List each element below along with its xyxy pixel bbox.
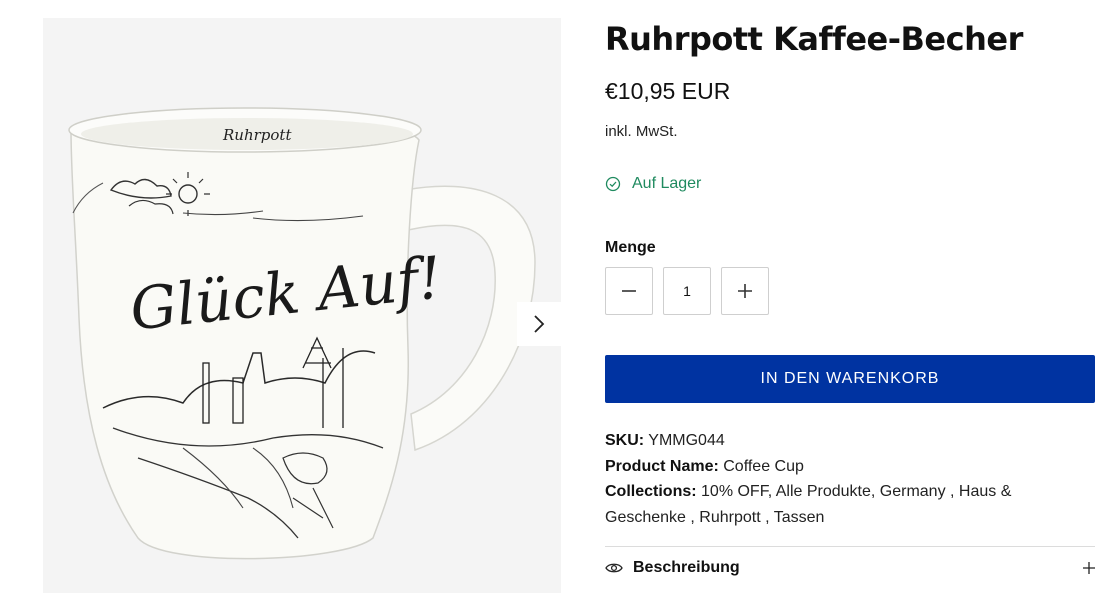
stock-status-label: Auf Lager (632, 175, 702, 192)
collections-label: Collections: (605, 483, 697, 500)
decrease-quantity-button[interactable] (605, 267, 653, 315)
product-meta: SKU: YMMG044 Product Name: Coffee Cup Co… (605, 428, 1095, 530)
product-image-gallery: Ruhrpott Glück Auf! (43, 18, 561, 593)
plus-icon (738, 284, 752, 298)
expand-plus-icon (1083, 562, 1095, 574)
sku-label: SKU: (605, 432, 645, 449)
product-name-value: Coffee Cup (723, 457, 804, 475)
tax-note: inkl. MwSt. (605, 123, 678, 140)
description-accordion[interactable]: Beschreibung (605, 559, 1095, 577)
add-to-cart-button[interactable]: IN DEN WARENKORB (605, 355, 1095, 403)
sku-row: SKU: YMMG044 (605, 428, 1095, 454)
eye-icon (605, 561, 623, 575)
sku-value: YMMG044 (648, 432, 725, 449)
divider (605, 546, 1095, 547)
product-title: Ruhrpott Kaffee-Becher (605, 20, 1023, 58)
increase-quantity-button[interactable] (721, 267, 769, 315)
collections-row: Collections: 10% OFF, Alle Produkte, Ger… (605, 479, 1095, 530)
quantity-stepper: 1 (605, 267, 769, 315)
minus-icon (622, 290, 636, 292)
product-image: Ruhrpott Glück Auf! (68, 107, 536, 560)
check-circle-icon (605, 176, 621, 192)
next-image-button[interactable] (517, 302, 561, 346)
product-name-label: Product Name: (605, 457, 719, 475)
stock-status: Auf Lager (605, 175, 701, 193)
chevron-right-icon (534, 315, 545, 333)
product-name-row: Product Name: Coffee Cup (605, 454, 1095, 480)
quantity-label: Menge (605, 239, 656, 256)
quantity-input[interactable]: 1 (663, 267, 711, 315)
description-label: Beschreibung (633, 559, 740, 576)
mug-rim-text: Ruhrpott (222, 126, 292, 144)
product-price: €10,95 EUR (605, 78, 731, 104)
